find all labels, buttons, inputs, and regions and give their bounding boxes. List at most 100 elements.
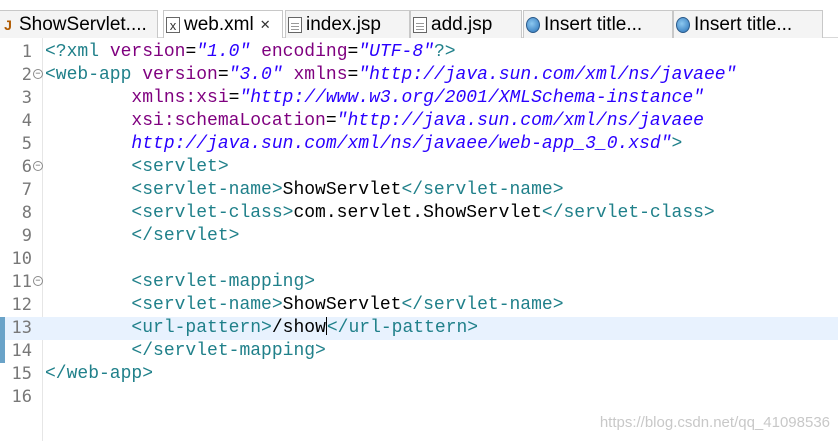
code-text: <servlet-name>ShowServlet</servlet-name>: [45, 294, 564, 317]
code-token: <servlet-name>: [131, 295, 283, 315]
tab-label: add.jsp: [431, 13, 493, 35]
code-token: xsi:schemaLocation: [131, 111, 326, 131]
code-line[interactable]: 1 <?xml version="1.0" encoding="UTF-8"?>: [0, 41, 838, 64]
code-token: =: [347, 42, 359, 62]
code-token: =: [217, 65, 229, 85]
code-token: </url-pattern>: [326, 318, 479, 338]
code-line[interactable]: 10: [0, 248, 838, 271]
code-token: http://java.sun.com/xml/ns/javaee/web-ap…: [131, 134, 672, 154]
line-number: 16: [11, 387, 32, 407]
line-number: 1: [21, 42, 32, 62]
code-text: </servlet>: [45, 225, 239, 248]
jsp-file-icon: [413, 16, 427, 33]
tab-insert-title-1[interactable]: Insert title...: [523, 10, 673, 38]
code-token: "1.0": [196, 42, 251, 62]
code-token: "http://java.sun.com/xml/ns/javaee": [358, 65, 737, 85]
code-line[interactable]: 3 xmlns:xsi="http://www.w3.org/2001/XMLS…: [0, 87, 838, 110]
code-token: <servlet-name>: [131, 180, 283, 200]
code-line[interactable]: 12 <servlet-name>ShowServlet</servlet-na…: [0, 294, 838, 317]
tab-label: Insert title...: [544, 13, 643, 35]
fold-toggle-icon[interactable]: −: [33, 276, 43, 286]
code-token: </servlet-mapping>: [131, 341, 326, 361]
code-line[interactable]: 16: [0, 386, 838, 409]
line-number: 3: [21, 88, 32, 108]
code-text: xmlns:xsi="http://www.w3.org/2001/XMLSch…: [45, 87, 704, 110]
close-icon[interactable]: ✕: [260, 17, 271, 33]
line-number: 9: [21, 226, 32, 246]
code-token: version: [142, 65, 218, 85]
line-number: 2: [21, 65, 32, 85]
code-line[interactable]: 9 </servlet>: [0, 225, 838, 248]
line-number: 11: [11, 272, 32, 292]
line-number: 10: [11, 249, 32, 269]
code-line[interactable]: 7 <servlet-name>ShowServlet</servlet-nam…: [0, 179, 838, 202]
code-token: xmlns: [293, 65, 348, 85]
code-token: version: [109, 42, 186, 62]
line-number: 6: [21, 157, 32, 177]
globe-icon: [676, 16, 690, 33]
code-token: ShowServlet: [282, 180, 402, 200]
code-token: "http://www.w3.org/2001/XMLSchema-instan…: [239, 88, 704, 108]
code-token: "UTF-8": [358, 42, 434, 62]
line-number: 7: [21, 180, 32, 200]
code-line[interactable]: 14 </servlet-mapping>: [0, 340, 838, 363]
code-token: <url-pattern>: [131, 318, 272, 338]
java-file-icon: J: [4, 16, 12, 33]
code-text: <url-pattern>/show</url-pattern>: [45, 317, 478, 340]
code-token: =: [228, 88, 240, 108]
code-line[interactable]: 11− <servlet-mapping>: [0, 271, 838, 294]
line-number: 5: [21, 134, 32, 154]
watermark: https://blog.csdn.net/qq_41098536: [599, 414, 830, 431]
code-line[interactable]: 5 http://java.sun.com/xml/ns/javaee/web-…: [0, 133, 838, 156]
line-number: 8: [21, 203, 32, 223]
tab-add-jsp[interactable]: add.jsp: [410, 10, 522, 38]
code-token: =: [185, 42, 197, 62]
tab-insert-title-2[interactable]: Insert title...: [673, 10, 823, 38]
code-editor[interactable]: 1 <?xml version="1.0" encoding="UTF-8"?> 2…: [0, 38, 838, 441]
code-line[interactable]: 4 xsi:schemaLocation="http://java.sun.co…: [0, 110, 838, 133]
code-token: <servlet-class>: [131, 203, 294, 223]
code-text: http://java.sun.com/xml/ns/javaee/web-ap…: [45, 133, 682, 156]
code-token: <?xml: [45, 42, 110, 62]
fold-toggle-icon[interactable]: −: [33, 161, 43, 171]
code-token: "3.0": [228, 65, 283, 85]
code-line[interactable]: 15 </web-app>: [0, 363, 838, 386]
editor-tab-bar: J ShowServlet.... x web.xml ✕ index.jsp …: [0, 0, 838, 38]
code-token: ShowServlet: [282, 295, 402, 315]
code-token: /show: [271, 318, 326, 338]
code-line[interactable]: 2− <web-app version="3.0" xmlns="http://j…: [0, 64, 838, 87]
line-number: 15: [11, 364, 32, 384]
fold-toggle-icon[interactable]: −: [33, 69, 43, 79]
tab-label: Insert title...: [694, 13, 793, 35]
code-line[interactable]: 6− <servlet>: [0, 156, 838, 179]
tab-web-xml[interactable]: x web.xml ✕: [163, 10, 283, 38]
code-text: <servlet-mapping>: [45, 271, 315, 294]
tab-showservlet[interactable]: J ShowServlet....: [0, 10, 158, 38]
tab-label: ShowServlet....: [19, 13, 147, 35]
code-token: <servlet-mapping>: [131, 272, 316, 292]
code-token: xmlns:xsi: [131, 88, 229, 108]
code-token: ?>: [433, 42, 456, 62]
code-text: </servlet-mapping>: [45, 340, 326, 363]
tab-index-jsp[interactable]: index.jsp: [285, 10, 410, 38]
code-text: </web-app>: [45, 363, 153, 386]
code-token: </web-app>: [45, 364, 154, 384]
globe-icon: [526, 16, 540, 33]
code-token: </servlet-name>: [401, 295, 564, 315]
line-number: 13: [11, 318, 32, 338]
code-text: xsi:schemaLocation="http://java.sun.com/…: [45, 110, 704, 133]
code-line[interactable]: 8 <servlet-class>com.servlet.ShowServlet…: [0, 202, 838, 225]
code-text: <?xml version="1.0" encoding="UTF-8"?>: [45, 41, 456, 64]
code-line[interactable]: 13 <url-pattern>/show</url-pattern>: [0, 317, 838, 340]
jsp-file-icon: [288, 16, 302, 33]
code-text: <servlet-class>com.servlet.ShowServlet</…: [45, 202, 714, 225]
